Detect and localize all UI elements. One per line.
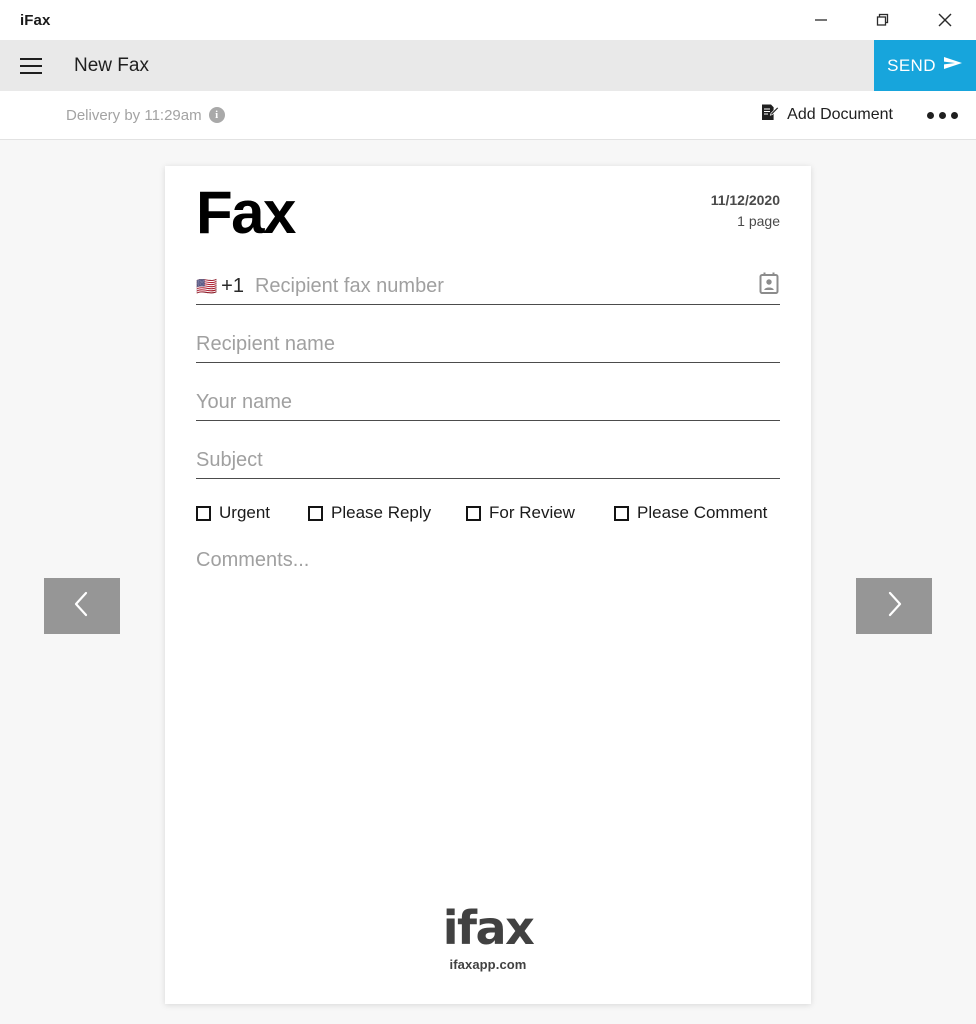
checkbox-please-reply-label: Please Reply	[331, 503, 432, 522]
checkbox-please-reply-box[interactable]	[308, 505, 323, 521]
send-button[interactable]: SEND	[874, 40, 976, 91]
document-edit-icon	[759, 103, 780, 128]
recipient-name-placeholder: Recipient name	[196, 332, 335, 355]
info-icon[interactable]: i	[208, 107, 225, 123]
restore-button[interactable]	[852, 0, 914, 40]
restore-icon	[875, 12, 891, 28]
contact-book-icon[interactable]	[758, 272, 780, 301]
recipient-name-field[interactable]: Recipient name	[196, 326, 780, 363]
chevron-left-icon	[71, 588, 93, 625]
close-button[interactable]	[914, 0, 976, 40]
subject-placeholder: Subject	[196, 448, 263, 471]
checkbox-urgent-label: Urgent	[219, 503, 271, 522]
country-code-label[interactable]: +1	[221, 275, 244, 298]
page-title: New Fax	[74, 54, 149, 76]
next-page-button[interactable]	[856, 578, 932, 634]
add-document-label: Add Document	[787, 106, 893, 123]
fax-date: 11/12/2020	[710, 192, 780, 209]
fax-meta: 11/12/2020 1 page	[711, 190, 780, 243]
ifax-logo-text: ifax	[442, 901, 535, 955]
your-name-field[interactable]: Your name	[196, 384, 780, 421]
add-document-button[interactable]: Add Document	[759, 103, 893, 128]
checkbox-please-comment-label: Please Comment	[637, 503, 768, 522]
title-bar: iFax	[0, 0, 976, 40]
send-button-label: SEND	[887, 55, 936, 75]
checkbox-for-review[interactable]: For Review	[466, 503, 614, 523]
recipient-fax-number-field[interactable]: 🇺🇸 +1 Recipient fax number	[196, 268, 780, 305]
toolbar: New Fax SEND	[0, 40, 976, 91]
app-title: iFax	[20, 11, 51, 29]
checkbox-urgent[interactable]: Urgent	[196, 503, 308, 523]
comments-field[interactable]: Comments...	[196, 549, 780, 572]
ifax-logo-url: ifaxapp.com	[449, 957, 527, 972]
previous-page-button[interactable]	[44, 578, 120, 634]
delivery-time-row: Delivery by 11:29am i	[66, 107, 225, 124]
sub-toolbar-actions: Add Document	[759, 91, 976, 139]
checkbox-please-reply[interactable]: Please Reply	[308, 503, 466, 523]
more-options-icon[interactable]	[927, 111, 958, 119]
close-icon	[936, 11, 954, 29]
fax-options-row: Urgent Please Reply For Review Please Co…	[196, 503, 780, 523]
fax-header: Fax 11/12/2020 1 page	[196, 166, 780, 243]
ifax-footer-logo: ifax ifaxapp.com	[165, 905, 811, 972]
checkbox-for-review-label: For Review	[489, 503, 575, 522]
checkbox-urgent-box[interactable]	[196, 505, 211, 521]
checkbox-for-review-box[interactable]	[466, 505, 481, 521]
us-flag-icon[interactable]: 🇺🇸	[196, 278, 217, 295]
fax-heading: Fax	[196, 179, 296, 246]
checkbox-please-comment-box[interactable]	[614, 505, 629, 521]
recipient-fax-number-placeholder: Recipient fax number	[254, 274, 444, 297]
delivery-time-label: Delivery by 11:29am	[66, 106, 202, 124]
your-name-placeholder: Your name	[196, 390, 292, 413]
minimize-icon	[813, 12, 829, 28]
fax-cover-page: Fax 11/12/2020 1 page 🇺🇸 +1 Recipient fa…	[165, 166, 811, 1004]
hamburger-menu-icon[interactable]	[20, 57, 42, 74]
sub-toolbar: Delivery by 11:29am i Add Document	[0, 91, 976, 140]
send-paper-plane-icon	[943, 55, 963, 76]
checkbox-please-comment[interactable]: Please Comment	[614, 503, 767, 523]
subject-field[interactable]: Subject	[196, 442, 780, 479]
minimize-button[interactable]	[790, 0, 852, 40]
chevron-right-icon	[883, 588, 905, 625]
fax-page-count: 1 page	[737, 212, 780, 229]
window-controls	[790, 0, 976, 40]
